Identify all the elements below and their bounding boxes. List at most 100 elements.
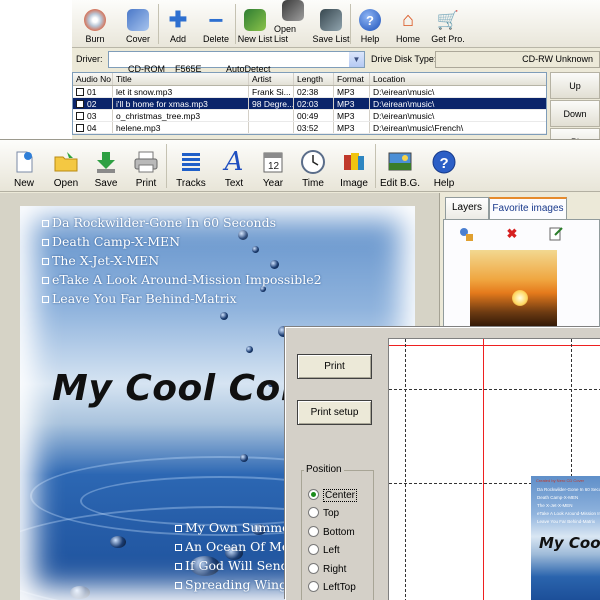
cover-track-line[interactable]: Da Rockwilder-Gone In 60 Seconds xyxy=(42,215,276,230)
year-button[interactable]: 12 Year xyxy=(253,140,293,192)
preview-track-line: The X-Jet-X-MEN xyxy=(537,503,573,508)
save-button[interactable]: Save xyxy=(86,140,126,192)
column-header[interactable]: Audio No xyxy=(73,73,113,85)
table-row-selected[interactable]: 02 i'll b home for xmas.mp3 98 Degre... … xyxy=(73,98,546,110)
help-label: Help xyxy=(360,34,380,44)
cell-format: MP3 xyxy=(334,86,370,97)
delete-button[interactable]: − Delete xyxy=(197,0,235,48)
print-setup-button[interactable]: Print setup xyxy=(297,400,372,425)
cover-label: Cover xyxy=(125,34,150,44)
bullet xyxy=(42,277,49,284)
time-label: Time xyxy=(302,178,324,189)
time-button[interactable]: Time xyxy=(293,140,333,192)
house-icon: ⌂ xyxy=(401,8,415,31)
tab-favorite-images[interactable]: Favorite images xyxy=(489,197,567,219)
row-number: 01 xyxy=(87,87,97,97)
column-header[interactable]: Location xyxy=(370,73,546,85)
get-pro-button[interactable]: 🛒 Get Pro. xyxy=(427,0,469,48)
driver-bar: Driver: CD-ROM F565E AutoDetect ▼ Drive … xyxy=(72,50,600,74)
column-header[interactable]: Length xyxy=(294,73,334,85)
new-button[interactable]: New xyxy=(2,140,46,192)
delete-label: Delete xyxy=(202,34,229,44)
table-header: Audio No Title Artist Length Format Loca… xyxy=(73,73,546,86)
margin-line xyxy=(483,339,484,600)
tracks-button[interactable]: Tracks xyxy=(167,140,215,192)
cover-track-text: Leave You Far Behind-Matrix xyxy=(52,291,237,306)
radio-center[interactable]: Center xyxy=(308,489,358,502)
checkbox[interactable] xyxy=(76,88,84,96)
cell-title: i'll b home for xmas.mp3 xyxy=(113,98,249,109)
cell-artist: Frank Si... xyxy=(249,86,294,97)
import-image-icon[interactable] xyxy=(450,224,482,244)
editor-help-button[interactable]: ? Help xyxy=(424,140,464,192)
checkbox[interactable] xyxy=(76,112,84,120)
bullet xyxy=(175,525,182,532)
row-number: 04 xyxy=(87,123,97,133)
radio-bottom[interactable]: Bottom xyxy=(308,526,355,538)
tab-layers[interactable]: Layers xyxy=(445,197,489,219)
cart-icon: 🛒 xyxy=(436,9,460,30)
column-header[interactable]: Format xyxy=(334,73,370,85)
cover-title[interactable]: My Cool Coll xyxy=(52,368,306,409)
save-label: Save xyxy=(94,178,118,189)
open-button[interactable]: Open xyxy=(46,140,86,192)
background-picture-icon xyxy=(387,149,413,175)
radio-dot xyxy=(308,526,319,537)
image-properties-icon[interactable] xyxy=(540,224,572,244)
cover-track-line[interactable]: Death Camp-X-MEN xyxy=(42,234,180,249)
table-row[interactable]: 03 o_christmas_tree.mp3 00:49 MP3 D:\eir… xyxy=(73,110,546,122)
open-list-button[interactable]: Open List xyxy=(274,0,312,48)
editor-toolbar: New Open Save Print Tracks A Text 12 Yea… xyxy=(0,140,600,192)
cover-track-line[interactable]: The X-Jet-X-MEN xyxy=(42,253,159,268)
new-list-button[interactable]: New List xyxy=(236,0,274,48)
home-label: Home xyxy=(395,34,420,44)
column-header[interactable]: Title xyxy=(113,73,249,85)
chevron-down-icon[interactable]: ▼ xyxy=(349,52,364,67)
column-header[interactable]: Artist xyxy=(249,73,294,85)
text-button[interactable]: A Text xyxy=(215,140,253,192)
save-list-button[interactable]: Save List xyxy=(312,0,350,48)
cover-track-line[interactable]: eTake A Look Around-Mission Impossible2 xyxy=(42,272,322,287)
cell-no: 01 xyxy=(73,86,113,97)
cover-track-line[interactable]: Leave You Far Behind-Matrix xyxy=(42,291,237,306)
disk-type-value: CD-RW Unknown xyxy=(522,54,593,64)
save-list-icon xyxy=(320,9,342,31)
guide-line xyxy=(389,389,600,390)
checkbox[interactable] xyxy=(76,100,84,108)
home-button[interactable]: ⌂ Home xyxy=(389,0,427,48)
radio-top[interactable]: Top xyxy=(308,507,339,519)
sunset-thumbnail[interactable] xyxy=(470,250,557,328)
reorder-buttons: Up Down Pl xyxy=(550,72,600,145)
burner-toolbar: Burn Cover ✚ Add − Delete New List Open … xyxy=(72,0,600,48)
edit-bg-button[interactable]: Edit B.G. xyxy=(376,140,424,192)
help-button[interactable]: ? Help xyxy=(351,0,389,48)
disc-flame-icon xyxy=(84,9,106,31)
add-button[interactable]: ✚ Add xyxy=(159,0,197,48)
print-button[interactable]: Print xyxy=(126,140,166,192)
cover-disc-icon xyxy=(127,9,149,31)
up-button[interactable]: Up xyxy=(550,72,600,99)
table-row[interactable]: 04 helene.mp3 03:52 MP3 D:\eirean\music\… xyxy=(73,122,546,134)
radio-label: Right xyxy=(323,564,347,575)
radio-lefttop[interactable]: LeftTop xyxy=(308,581,356,593)
radio-right[interactable]: Right xyxy=(308,563,346,575)
open-label: Open xyxy=(53,178,79,189)
cover-button[interactable]: Cover xyxy=(118,0,158,48)
driver-select[interactable]: CD-ROM F565E AutoDetect ▼ xyxy=(108,51,365,74)
print-button[interactable]: Print xyxy=(297,354,372,379)
radio-left[interactable]: Left xyxy=(308,544,340,556)
delete-image-icon[interactable]: ✖ xyxy=(496,224,528,244)
cell-artist: 98 Degre... xyxy=(249,98,294,109)
table-row[interactable]: 01 let it snow.mp3 Frank Si... 02:38 MP3… xyxy=(73,86,546,98)
radio-label: Top xyxy=(323,508,340,519)
checkbox[interactable] xyxy=(76,124,84,132)
radio-label: Left xyxy=(323,545,340,556)
preview-cover: Created by Nero CD Cover Da Rockwilder-G… xyxy=(531,476,600,600)
guide-line xyxy=(405,339,406,600)
down-button[interactable]: Down xyxy=(550,100,600,127)
image-button[interactable]: Image xyxy=(333,140,375,192)
burn-button[interactable]: Burn xyxy=(72,0,118,48)
help-icon: ? xyxy=(359,9,381,31)
radio-label: Bottom xyxy=(323,527,355,538)
radio-dot xyxy=(308,544,319,555)
